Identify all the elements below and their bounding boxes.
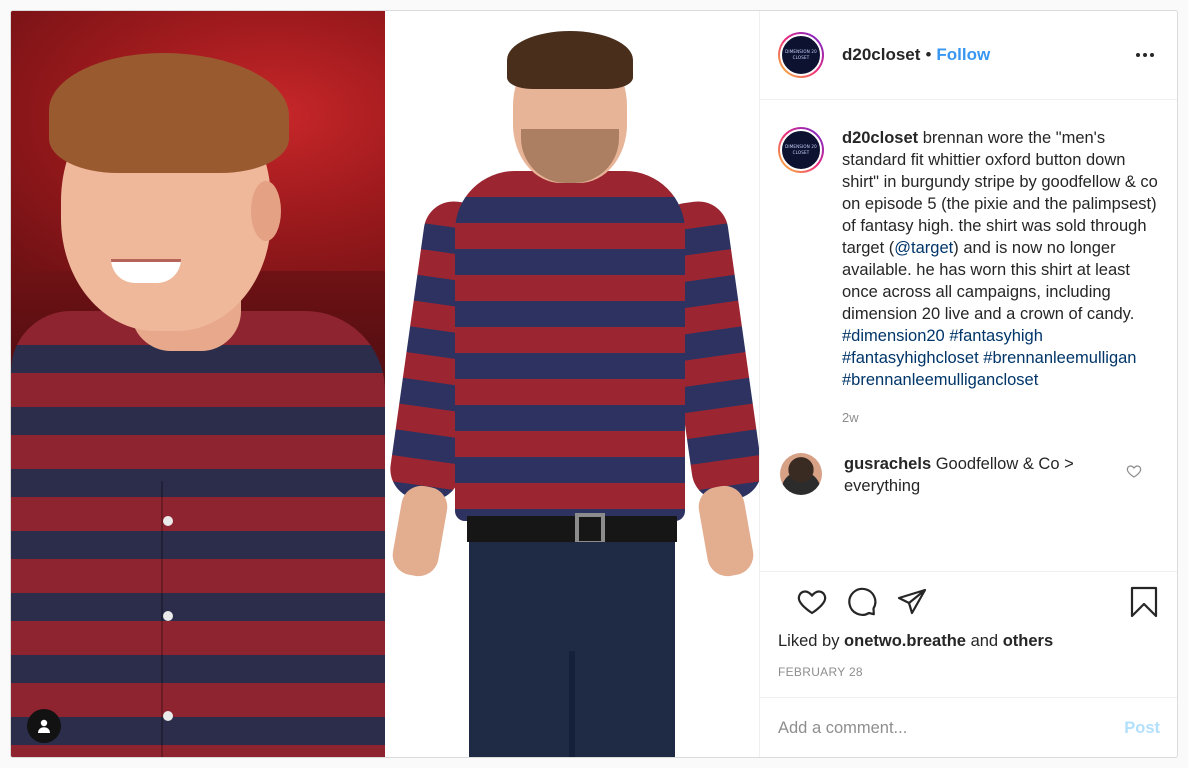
comment-text: gusrachels Goodfellow & Co > everything — [844, 455, 1074, 495]
hashtag-link[interactable]: #fantasyhighcloset — [842, 349, 979, 367]
comment-input[interactable] — [778, 719, 1125, 738]
heart-icon[interactable] — [796, 586, 828, 618]
header-separator: • — [925, 45, 932, 64]
more-options-icon[interactable] — [1130, 41, 1160, 69]
likes-summary: Liked by onetwo.breathe and others — [778, 632, 1054, 650]
caption: DIMENSION 20 CLOSET d20closet brennan wo… — [778, 127, 1160, 429]
photo-studio-person — [11, 11, 385, 757]
add-comment-bar: Post — [760, 697, 1177, 757]
share-icon[interactable] — [896, 586, 928, 618]
hashtag-link[interactable]: #brennanleemulligan — [983, 349, 1136, 367]
comment-icon[interactable] — [846, 586, 878, 618]
hashtag-link[interactable]: #dimension20 — [842, 327, 945, 345]
bookmark-icon[interactable] — [1128, 586, 1160, 618]
caption-timestamp[interactable]: 2w — [842, 407, 1160, 429]
post-media[interactable] — [11, 11, 759, 757]
comment-item: gusrachels Goodfellow & Co > everything — [778, 453, 1160, 497]
caption-avatar[interactable]: DIMENSION 20 CLOSET — [778, 127, 824, 173]
user-tag-icon[interactable] — [27, 709, 61, 743]
likes-others-link[interactable]: others — [1003, 632, 1053, 650]
post-date[interactable]: FEBRUARY 28 — [778, 665, 1160, 679]
post-header: DIMENSION 20 CLOSET d20closet • Follow — [760, 11, 1177, 100]
instagram-post: DIMENSION 20 CLOSET d20closet • Follow D… — [10, 10, 1178, 758]
post-comment-button[interactable]: Post — [1124, 719, 1160, 738]
mention-link[interactable]: @target — [894, 239, 953, 257]
hashtag-link[interactable]: #fantasyhigh — [949, 327, 1043, 345]
hashtag-link[interactable]: #brennanleemulligancloset — [842, 371, 1038, 389]
avatar-logo: DIMENSION 20 CLOSET — [785, 49, 817, 60]
photo-product-model — [385, 11, 759, 757]
liker-username[interactable]: onetwo.breathe — [844, 632, 966, 650]
caption-text: d20closet brennan wore the "men's standa… — [842, 127, 1160, 429]
comment-avatar[interactable] — [780, 453, 822, 495]
avatar[interactable]: DIMENSION 20 CLOSET — [778, 32, 824, 78]
comments-list[interactable]: DIMENSION 20 CLOSET d20closet brennan wo… — [760, 101, 1177, 571]
header-username[interactable]: d20closet — [842, 45, 920, 65]
post-side-panel: DIMENSION 20 CLOSET d20closet • Follow D… — [759, 11, 1177, 757]
comment-heart-icon[interactable] — [1126, 463, 1142, 479]
follow-button[interactable]: Follow — [936, 45, 990, 65]
comment-username[interactable]: gusrachels — [844, 455, 931, 473]
post-actions: Liked by onetwo.breathe and others FEBRU… — [760, 571, 1177, 697]
caption-username[interactable]: d20closet — [842, 129, 918, 147]
